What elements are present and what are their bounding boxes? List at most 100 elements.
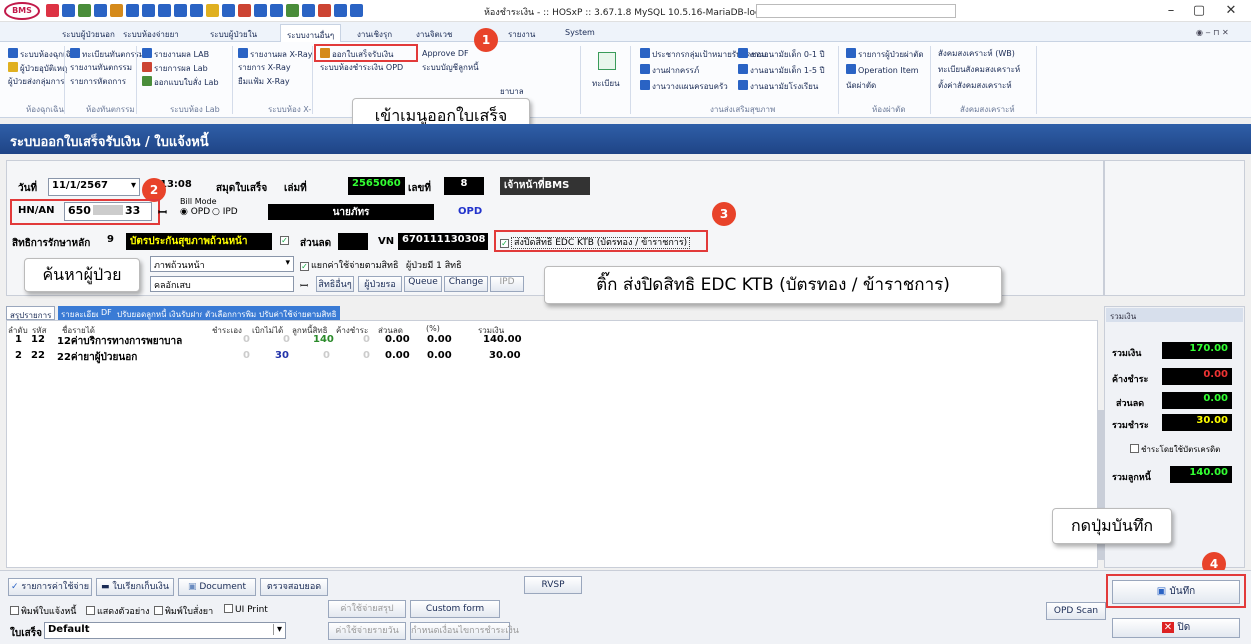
save-button[interactable]: ▣ บันทึก bbox=[1112, 580, 1240, 604]
ipd-radio[interactable]: ○ IPD bbox=[212, 207, 238, 217]
ipd-button[interactable]: IPD bbox=[490, 276, 524, 292]
tab-df[interactable]: DF bbox=[98, 306, 115, 320]
hn-input[interactable]: 650 33 bbox=[64, 202, 152, 221]
binoculars-icon[interactable]: ꟷ bbox=[158, 205, 167, 220]
chevron-down-icon[interactable]: ▾ bbox=[285, 258, 290, 268]
edc-ktb-checkbox[interactable]: ส่งปิดสิทธิ EDC KTB (บัตรทอง / ข้าราชการ… bbox=[500, 235, 691, 249]
tab-proactive[interactable]: งานเชิงรุก bbox=[357, 28, 392, 41]
quick-access-icon[interactable] bbox=[110, 4, 123, 17]
ribbon-item[interactable]: งานฝากครรภ์ bbox=[640, 64, 699, 76]
close-button[interactable]: ✕ ปิด bbox=[1112, 618, 1240, 638]
quick-access-icon[interactable] bbox=[78, 4, 91, 17]
credit-card-checkbox[interactable]: ชำระโดยใช้บัตรเครดิต bbox=[1130, 443, 1220, 456]
ribbon-item[interactable]: ตั้งค่าสังคมสงเคราะห์ bbox=[938, 80, 1012, 91]
print-order-checkbox[interactable]: พิมพ์ใบสั่งยา bbox=[154, 604, 213, 618]
ribbon-item[interactable]: รายงานผล X-Ray bbox=[238, 48, 312, 60]
quick-access-icon[interactable] bbox=[126, 4, 139, 17]
register-button[interactable]: ทะเบียน bbox=[592, 78, 620, 89]
ribbon-item[interactable]: งานอนามัยเด็ก 0-1 ปี bbox=[738, 48, 825, 60]
tab-pharmacy[interactable]: ระบบห้องจ่ายยา bbox=[123, 28, 179, 41]
change-button[interactable]: Change bbox=[444, 276, 488, 292]
document-button[interactable]: ▣ Document bbox=[178, 578, 256, 596]
quick-access-icon[interactable] bbox=[318, 4, 331, 17]
payment-conditions-button[interactable]: กำหนดเงื่อนไขการชำระเงิน bbox=[410, 622, 519, 640]
split-expense-checkbox[interactable]: แยกค่าใช้จ่ายตามสิทธิ bbox=[300, 258, 398, 272]
minimize-button[interactable]: – bbox=[1160, 3, 1182, 19]
ribbon-item[interactable]: ผู้ป่วยอุบัติเหตุ bbox=[8, 62, 67, 74]
expense-list-button[interactable]: ✓ รายการค่าใช้จ่าย bbox=[8, 578, 92, 596]
receipt-template-select[interactable]: Default ▾ bbox=[44, 622, 286, 639]
ribbon-item[interactable]: ผู้ป่วยส่งกลุ่มการ bbox=[8, 76, 64, 87]
preview-checkbox[interactable]: แสดงตัวอย่าง bbox=[86, 604, 150, 618]
ribbon-item[interactable]: รายการผู้ป่วยผ่าตัด bbox=[846, 48, 924, 60]
ribbon-item[interactable]: Operation Item bbox=[846, 64, 919, 76]
tab-ipd[interactable]: ระบบผู้ป่วยใน bbox=[210, 28, 257, 41]
tab-adjust-debtor[interactable]: ปรับยอดลูกหนี้ bbox=[114, 306, 170, 320]
ribbon-item[interactable]: รายการ X-Ray bbox=[238, 62, 291, 73]
tab-summary[interactable]: สรุปรายการ bbox=[6, 306, 56, 320]
quick-access-icon[interactable] bbox=[46, 4, 59, 17]
tab-system[interactable]: System bbox=[565, 28, 595, 37]
ribbon-item[interactable]: งานวางแผนครอบครัว bbox=[640, 80, 728, 92]
quick-access-icon[interactable] bbox=[334, 4, 347, 17]
quick-access-icon[interactable] bbox=[222, 4, 235, 17]
quick-access-icon[interactable] bbox=[206, 4, 219, 17]
quick-access-icon[interactable] bbox=[238, 4, 251, 17]
ribbon-item[interactable]: ทะเบียนทันตกรรม bbox=[70, 48, 144, 60]
ribbon-item[interactable]: งานอนามัยเด็ก 1-5 ปี bbox=[738, 64, 825, 76]
quick-access-icon[interactable] bbox=[62, 4, 75, 17]
ribbon-item[interactable]: Approve DF bbox=[422, 48, 469, 59]
ribbon-item[interactable]: ออกแบบใบสั่ง Lab bbox=[142, 76, 219, 88]
ribbon-item[interactable]: ยืมแฟ้ม X-Ray bbox=[238, 76, 290, 87]
table-row[interactable]: 1 12 12ค่าบริการทางการพยาบาล 0 0 140 0 0… bbox=[7, 334, 527, 348]
tab-report[interactable]: รายงาน bbox=[508, 28, 535, 41]
right-checkbox[interactable] bbox=[280, 236, 289, 245]
right2-field[interactable]: ภาพถ้วนหน้า ▾ bbox=[150, 256, 294, 272]
quick-access-icon[interactable] bbox=[302, 4, 315, 17]
ribbon-item[interactable]: ยาบาล bbox=[500, 86, 524, 97]
tab-other-systems[interactable]: ระบบงานอื่นๆ bbox=[280, 24, 342, 42]
quick-access-icon[interactable] bbox=[270, 4, 283, 17]
ribbon-item[interactable]: ระบบห้องชำระเงิน OPD bbox=[320, 62, 403, 73]
tab-opd[interactable]: ระบบผู้ป่วยนอก bbox=[62, 28, 115, 41]
custom-form-button[interactable]: Custom form bbox=[410, 600, 500, 618]
register-icon[interactable] bbox=[598, 52, 616, 70]
quick-access-icon[interactable] bbox=[286, 4, 299, 17]
expense-summary-button[interactable]: ค่าใช้จ่ายสรุป bbox=[328, 600, 406, 618]
chevron-down-icon[interactable]: ▾ bbox=[131, 180, 136, 191]
ribbon-item[interactable]: รายงานผล LAB bbox=[142, 48, 209, 60]
print-invoice-checkbox[interactable]: พิมพ์ใบแจ้งหนี้ bbox=[10, 604, 76, 618]
ribbon-item[interactable]: นัดผ่าตัด bbox=[846, 80, 876, 91]
ribbon-item[interactable]: ระบบบัญชีลูกหนี้ bbox=[422, 62, 479, 73]
opd-scan-button[interactable]: OPD Scan bbox=[1046, 602, 1106, 620]
ribbon-item[interactable]: ระบบห้องฉุกเฉิน bbox=[8, 48, 77, 60]
clinic-field[interactable]: คลอักเสบ bbox=[150, 276, 294, 292]
ribbon-item[interactable]: ทะเบียนสังคมสงเคราะห์ bbox=[938, 64, 1020, 75]
ribbon-item[interactable]: สังคมสงเคราะห์ (WB) bbox=[938, 48, 1015, 59]
queue-button[interactable]: Queue bbox=[404, 276, 442, 292]
rvsp-button[interactable]: RVSP bbox=[524, 576, 582, 594]
ribbon-item[interactable]: รายการผล Lab bbox=[142, 62, 208, 74]
table-row[interactable]: 2 22 22ค่ายาผู้ป่วยนอก 0 30 0 0 0.00 0.0… bbox=[7, 350, 527, 364]
tab-psychiatry[interactable]: งานจิตเวช bbox=[416, 28, 452, 41]
date-field[interactable]: 11/1/2567 ▾ bbox=[48, 178, 140, 196]
chevron-down-icon[interactable]: ▾ bbox=[272, 624, 282, 635]
ui-print-checkbox[interactable]: UI Print bbox=[224, 604, 268, 615]
quick-access-icon[interactable] bbox=[190, 4, 203, 17]
invoice-button[interactable]: ▬ ใบเรียกเก็บเงิน bbox=[96, 578, 174, 596]
waiting-patient-button[interactable]: ผู้ป่วยรอ bbox=[358, 276, 402, 292]
quick-access-icon[interactable] bbox=[142, 4, 155, 17]
quick-access-icon[interactable] bbox=[174, 4, 187, 17]
ribbon-item[interactable]: รายงานทันตกรรม bbox=[70, 62, 132, 73]
quick-access-icon[interactable] bbox=[350, 4, 363, 17]
quick-access-icon[interactable] bbox=[254, 4, 267, 17]
close-window-button[interactable]: ✕ bbox=[1220, 3, 1242, 19]
quick-access-icon[interactable] bbox=[94, 4, 107, 17]
verify-total-button[interactable]: ตรวจสอบยอด bbox=[260, 578, 328, 596]
ribbon-controls[interactable]: ◉ ‒ ⊓ ✕ bbox=[1196, 28, 1229, 37]
binoculars-icon[interactable]: ꟷ bbox=[300, 278, 308, 292]
ribbon-item[interactable]: งานอนามัยโรงเรียน bbox=[738, 80, 818, 92]
daily-expense-button[interactable]: ค่าใช้จ่ายรายวัน bbox=[328, 622, 406, 640]
opd-radio[interactable]: ◉ OPD bbox=[180, 207, 210, 217]
tab-adjust-by-right[interactable]: ปรับค่าใช้จ่ายตามสิทธิ bbox=[256, 306, 340, 320]
